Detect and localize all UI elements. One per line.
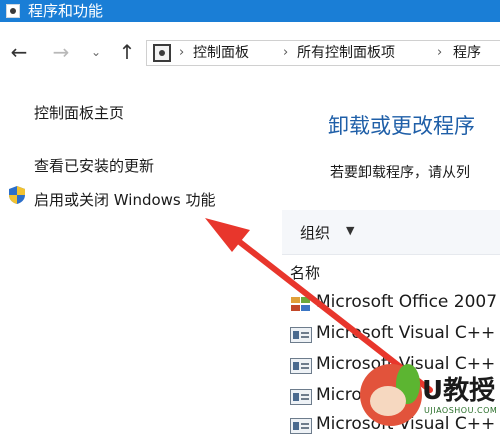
watermark-text: U教授 — [422, 376, 496, 406]
watermark-subtext: UJIAOSHOU.COM — [424, 406, 498, 415]
watermark-logo: U教授 UJIAOSHOU.COM — [360, 356, 500, 428]
logo-face — [370, 386, 406, 416]
